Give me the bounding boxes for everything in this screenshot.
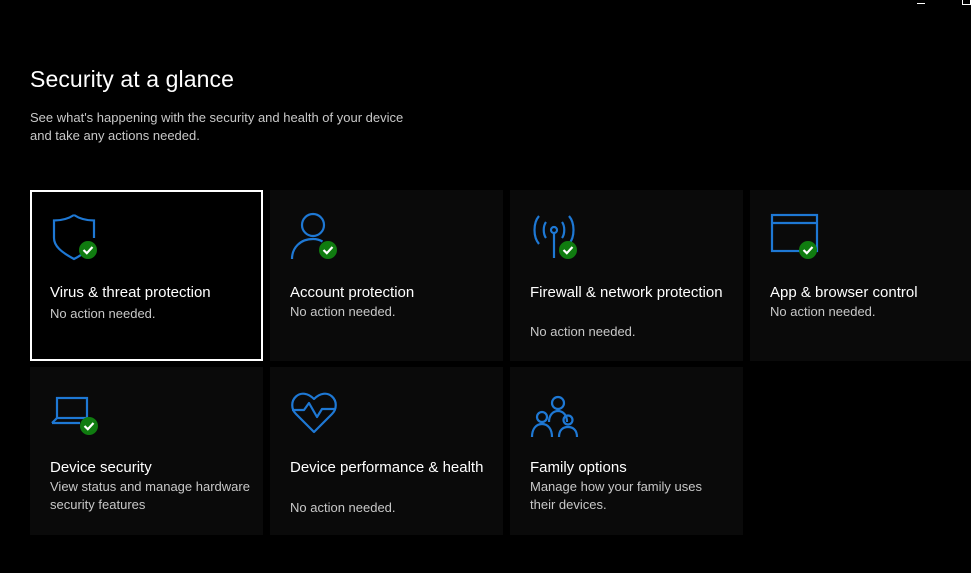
person-icon — [290, 212, 338, 260]
shield-icon — [50, 212, 98, 261]
family-icon — [530, 395, 579, 443]
minimize-icon[interactable] — [917, 1, 925, 4]
tile-status: View status and manage hardware security… — [50, 479, 250, 512]
page-description: See what's happening with the security a… — [30, 110, 404, 143]
tile-status: No action needed. — [530, 324, 636, 339]
tile-title: Device security — [50, 459, 152, 476]
tile-device-security[interactable]: Device security View status and manage h… — [30, 367, 263, 535]
tile-status: No action needed. — [290, 304, 396, 319]
tile-title: Firewall & network protection — [530, 284, 723, 301]
tile-status: No action needed. — [770, 304, 876, 319]
browser-window-icon — [770, 212, 819, 260]
check-badge-icon — [559, 241, 577, 259]
tile-title: Virus & threat protection — [50, 284, 211, 301]
tile-app-browser-control[interactable]: App & browser control No action needed. — [750, 190, 971, 361]
tile-status: Manage how your family uses their device… — [530, 479, 702, 512]
laptop-icon — [50, 395, 98, 443]
tile-family-options[interactable]: Family options Manage how your family us… — [510, 367, 743, 535]
maximize-icon[interactable] — [962, 0, 971, 5]
tile-status: No action needed. — [50, 306, 156, 321]
tile-account-protection[interactable]: Account protection No action needed. — [270, 190, 503, 361]
check-badge-icon — [79, 241, 97, 259]
heart-pulse-icon — [290, 391, 338, 439]
tile-title: Family options — [530, 459, 627, 476]
check-badge-icon — [319, 241, 337, 259]
wifi-antenna-icon — [530, 212, 578, 260]
tile-virus-threat-protection[interactable]: Virus & threat protection No action need… — [30, 190, 263, 361]
title-bar — [0, 0, 971, 15]
tile-title: App & browser control — [770, 284, 918, 301]
tile-status: No action needed. — [290, 500, 396, 515]
tile-title: Account protection — [290, 284, 415, 301]
check-badge-icon — [799, 241, 817, 259]
tile-firewall-network-protection[interactable]: Firewall & network protection No action … — [510, 190, 743, 361]
page-title: Security at a glance — [30, 66, 235, 92]
check-badge-icon — [80, 417, 98, 435]
tile-device-performance-health[interactable]: Device performance & health No action ne… — [270, 367, 503, 535]
tile-title: Device performance & health — [290, 459, 484, 476]
